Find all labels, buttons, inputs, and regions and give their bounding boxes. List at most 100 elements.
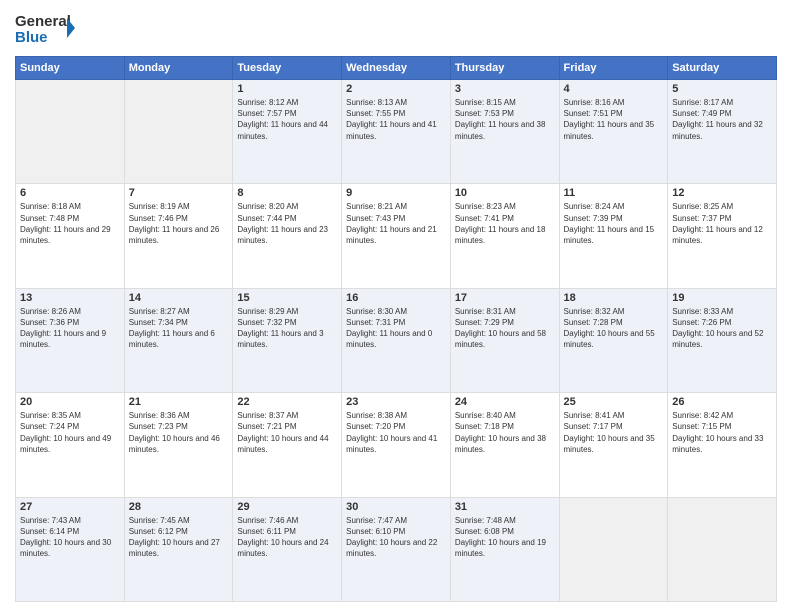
header-wednesday: Wednesday [342, 57, 451, 80]
header-thursday: Thursday [450, 57, 559, 80]
day-info: Sunrise: 8:33 AM Sunset: 7:26 PM Dayligh… [672, 306, 772, 351]
day-info: Sunrise: 8:16 AM Sunset: 7:51 PM Dayligh… [564, 97, 664, 142]
calendar-cell: 4 Sunrise: 8:16 AM Sunset: 7:51 PM Daylig… [559, 80, 668, 184]
page: General Blue SundayMondayTuesdayWednesda… [0, 0, 792, 612]
day-number: 19 [672, 292, 772, 304]
calendar-cell: 12Sunrise: 8:25 AM Sunset: 7:37 PM Dayli… [668, 184, 777, 288]
day-info: Sunrise: 8:32 AM Sunset: 7:28 PM Dayligh… [564, 306, 664, 351]
calendar-cell: 26 Sunrise: 8:42 AM Sunset: 7:15 PM Dayli… [668, 393, 777, 497]
week-row-1: 1Sunrise: 8:12 AM Sunset: 7:57 PM Daylig… [16, 80, 777, 184]
day-number: 13 [20, 292, 120, 304]
day-info: Sunrise: 8:26 AM Sunset: 7:36 PM Dayligh… [20, 306, 120, 351]
day-number: 22 [237, 396, 337, 408]
calendar-cell: 19 Sunrise: 8:33 AM Sunset: 7:26 PM Dayli… [668, 288, 777, 392]
day-number: 2 [346, 83, 446, 95]
calendar-cell: 5 Sunrise: 8:17 AM Sunset: 7:49 PM Daylig… [668, 80, 777, 184]
header-monday: Monday [124, 57, 233, 80]
day-number: 16 [346, 292, 446, 304]
calendar-cell: 31Sunrise: 7:48 AM Sunset: 6:08 PM Dayli… [450, 497, 559, 601]
calendar-cell: 17 Sunrise: 8:31 AM Sunset: 7:29 PM Dayli… [450, 288, 559, 392]
calendar-cell: 27 Sunrise: 7:43 AM Sunset: 6:14 PM Dayli… [16, 497, 125, 601]
week-row-3: 13 Sunrise: 8:26 AM Sunset: 7:36 PM Dayli… [16, 288, 777, 392]
calendar-cell: 3Sunrise: 8:15 AM Sunset: 7:53 PM Daylig… [450, 80, 559, 184]
calendar-cell: 22Sunrise: 8:37 AM Sunset: 7:21 PM Dayli… [233, 393, 342, 497]
header: General Blue [15, 10, 777, 48]
calendar-cell [124, 80, 233, 184]
day-info: Sunrise: 8:15 AM Sunset: 7:53 PM Dayligh… [455, 97, 555, 142]
day-info: Sunrise: 8:41 AM Sunset: 7:17 PM Dayligh… [564, 410, 664, 455]
week-row-4: 20 Sunrise: 8:35 AM Sunset: 7:24 PM Dayli… [16, 393, 777, 497]
day-number: 28 [129, 501, 229, 513]
calendar-cell: 15 Sunrise: 8:29 AM Sunset: 7:32 PM Dayli… [233, 288, 342, 392]
svg-text:General: General [15, 13, 71, 30]
day-number: 26 [672, 396, 772, 408]
day-info: Sunrise: 7:46 AM Sunset: 6:11 PM Dayligh… [237, 515, 337, 560]
day-info: Sunrise: 7:45 AM Sunset: 6:12 PM Dayligh… [129, 515, 229, 560]
day-info: Sunrise: 8:24 AM Sunset: 7:39 PM Dayligh… [564, 201, 664, 246]
day-number: 24 [455, 396, 555, 408]
week-row-5: 27 Sunrise: 7:43 AM Sunset: 6:14 PM Dayli… [16, 497, 777, 601]
header-friday: Friday [559, 57, 668, 80]
calendar-cell [16, 80, 125, 184]
day-number: 6 [20, 187, 120, 199]
day-info: Sunrise: 8:18 AM Sunset: 7:48 PM Dayligh… [20, 201, 120, 246]
day-number: 10 [455, 187, 555, 199]
calendar-cell: 16 Sunrise: 8:30 AM Sunset: 7:31 PM Dayli… [342, 288, 451, 392]
calendar-cell: 30 Sunrise: 7:47 AM Sunset: 6:10 PM Dayli… [342, 497, 451, 601]
calendar-cell: 11 Sunrise: 8:24 AM Sunset: 7:39 PM Dayli… [559, 184, 668, 288]
calendar-cell: 21 Sunrise: 8:36 AM Sunset: 7:23 PM Dayli… [124, 393, 233, 497]
day-number: 25 [564, 396, 664, 408]
calendar-cell: 1Sunrise: 8:12 AM Sunset: 7:57 PM Daylig… [233, 80, 342, 184]
calendar-header-row: SundayMondayTuesdayWednesdayThursdayFrid… [16, 57, 777, 80]
day-number: 15 [237, 292, 337, 304]
day-info: Sunrise: 8:27 AM Sunset: 7:34 PM Dayligh… [129, 306, 229, 351]
day-info: Sunrise: 8:23 AM Sunset: 7:41 PM Dayligh… [455, 201, 555, 246]
calendar-cell: 8 Sunrise: 8:20 AM Sunset: 7:44 PM Daylig… [233, 184, 342, 288]
calendar-cell [668, 497, 777, 601]
day-number: 7 [129, 187, 229, 199]
logo-svg: General Blue [15, 10, 75, 48]
day-info: Sunrise: 8:40 AM Sunset: 7:18 PM Dayligh… [455, 410, 555, 455]
day-number: 20 [20, 396, 120, 408]
calendar-cell: 6 Sunrise: 8:18 AM Sunset: 7:48 PM Daylig… [16, 184, 125, 288]
day-info: Sunrise: 8:42 AM Sunset: 7:15 PM Dayligh… [672, 410, 772, 455]
day-info: Sunrise: 8:21 AM Sunset: 7:43 PM Dayligh… [346, 201, 446, 246]
header-saturday: Saturday [668, 57, 777, 80]
day-number: 29 [237, 501, 337, 513]
day-info: Sunrise: 7:47 AM Sunset: 6:10 PM Dayligh… [346, 515, 446, 560]
day-info: Sunrise: 7:43 AM Sunset: 6:14 PM Dayligh… [20, 515, 120, 560]
header-sunday: Sunday [16, 57, 125, 80]
day-number: 18 [564, 292, 664, 304]
day-number: 9 [346, 187, 446, 199]
day-number: 5 [672, 83, 772, 95]
calendar-cell: 10 Sunrise: 8:23 AM Sunset: 7:41 PM Dayli… [450, 184, 559, 288]
day-number: 27 [20, 501, 120, 513]
day-info: Sunrise: 8:30 AM Sunset: 7:31 PM Dayligh… [346, 306, 446, 351]
calendar-cell: 25 Sunrise: 8:41 AM Sunset: 7:17 PM Dayli… [559, 393, 668, 497]
day-info: Sunrise: 8:20 AM Sunset: 7:44 PM Dayligh… [237, 201, 337, 246]
calendar-cell: 9 Sunrise: 8:21 AM Sunset: 7:43 PM Daylig… [342, 184, 451, 288]
day-info: Sunrise: 8:12 AM Sunset: 7:57 PM Dayligh… [237, 97, 337, 142]
day-number: 4 [564, 83, 664, 95]
day-info: Sunrise: 8:19 AM Sunset: 7:46 PM Dayligh… [129, 201, 229, 246]
calendar-cell [559, 497, 668, 601]
calendar-cell: 20 Sunrise: 8:35 AM Sunset: 7:24 PM Dayli… [16, 393, 125, 497]
calendar-cell: 13 Sunrise: 8:26 AM Sunset: 7:36 PM Dayli… [16, 288, 125, 392]
day-number: 30 [346, 501, 446, 513]
day-info: Sunrise: 8:17 AM Sunset: 7:49 PM Dayligh… [672, 97, 772, 142]
day-number: 11 [564, 187, 664, 199]
day-info: Sunrise: 8:25 AM Sunset: 7:37 PM Dayligh… [672, 201, 772, 246]
day-info: Sunrise: 8:31 AM Sunset: 7:29 PM Dayligh… [455, 306, 555, 351]
day-number: 23 [346, 396, 446, 408]
calendar-cell: 24 Sunrise: 8:40 AM Sunset: 7:18 PM Dayli… [450, 393, 559, 497]
day-number: 17 [455, 292, 555, 304]
day-info: Sunrise: 8:35 AM Sunset: 7:24 PM Dayligh… [20, 410, 120, 455]
day-info: Sunrise: 7:48 AM Sunset: 6:08 PM Dayligh… [455, 515, 555, 560]
calendar-table: SundayMondayTuesdayWednesdayThursdayFrid… [15, 56, 777, 602]
day-info: Sunrise: 8:36 AM Sunset: 7:23 PM Dayligh… [129, 410, 229, 455]
day-number: 8 [237, 187, 337, 199]
calendar-cell: 23Sunrise: 8:38 AM Sunset: 7:20 PM Dayli… [342, 393, 451, 497]
day-info: Sunrise: 8:29 AM Sunset: 7:32 PM Dayligh… [237, 306, 337, 351]
week-row-2: 6 Sunrise: 8:18 AM Sunset: 7:48 PM Daylig… [16, 184, 777, 288]
day-number: 21 [129, 396, 229, 408]
